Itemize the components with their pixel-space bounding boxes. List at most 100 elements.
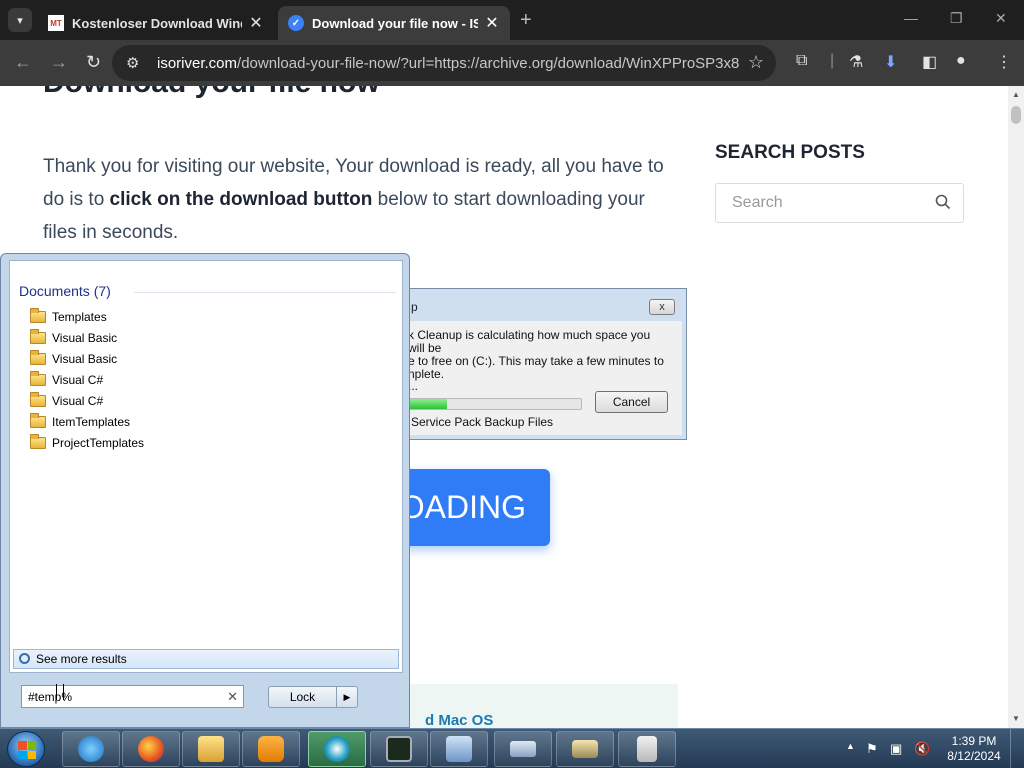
start-search-box[interactable]: ✕ [21, 685, 244, 708]
site-settings-icon[interactable]: ⚙ [126, 54, 139, 72]
see-more-label: See more results [36, 652, 127, 666]
page-title: Download your file now [43, 86, 380, 100]
cancel-button[interactable]: Cancel [595, 391, 668, 413]
folder-icon [30, 350, 46, 365]
side-panel-icon[interactable]: ◧ [922, 52, 937, 72]
start-menu: Documents (7) Templates Visual Basic Vis… [0, 253, 410, 728]
result-item[interactable]: Visual Basic [30, 349, 117, 369]
taskbar-drive-tool[interactable] [556, 731, 614, 767]
reload-button[interactable]: ↻ [86, 52, 101, 73]
result-item[interactable]: Visual C# [30, 370, 103, 390]
folder-icon [30, 392, 46, 407]
taskbar-control-panel[interactable] [430, 731, 488, 767]
start-search-input[interactable] [22, 686, 222, 707]
forward-button[interactable]: → [50, 52, 68, 73]
folder-icon [30, 434, 46, 449]
close-tab-icon[interactable]: ✕ [248, 13, 264, 33]
result-item[interactable]: Templates [30, 307, 107, 327]
taskbar-remote-app[interactable] [308, 731, 366, 767]
dialog-close-button[interactable]: x [649, 299, 675, 315]
result-item[interactable]: ItemTemplates [30, 412, 130, 432]
address-bar[interactable]: ⚙ isoriver.com/download-your-file-now/?u… [112, 45, 776, 81]
show-hidden-icons-icon[interactable]: ▲ [846, 741, 855, 751]
browser-tab-bar: ▾ MT Kostenloser Download Window ✕ ✓ Dow… [0, 0, 1024, 40]
media-player-icon [258, 736, 284, 762]
clear-search-icon[interactable]: ✕ [227, 689, 238, 705]
calculator-icon [637, 736, 657, 762]
bookmark-star-icon[interactable]: ☆ [748, 52, 764, 73]
new-tab-button[interactable]: + [520, 9, 532, 32]
result-item[interactable]: ProjectTemplates [30, 433, 144, 453]
firefox-icon [138, 736, 164, 762]
disk-icon [510, 741, 536, 757]
see-more-results-link[interactable]: See more results [13, 649, 399, 669]
result-item-label: Visual Basic [52, 352, 118, 366]
scrollbar-thumb[interactable] [1011, 106, 1021, 124]
labs-flask-icon[interactable]: ⚗ [849, 52, 863, 72]
browser-toolbar: ← → ↻ ⚙ isoriver.com/download-your-file-… [0, 40, 1024, 86]
sidebar-heading: SEARCH POSTS [715, 142, 865, 163]
clock-time: 1:39 PM [951, 734, 997, 748]
toolbar-divider: | [830, 52, 835, 69]
page-scrollbar[interactable]: ▲ ▼ [1008, 86, 1024, 728]
result-item[interactable]: Visual C# [30, 391, 103, 411]
internet-explorer-icon [78, 736, 104, 762]
start-button[interactable] [7, 731, 45, 767]
taskbar-media-player[interactable] [242, 731, 300, 767]
drive-icon [572, 740, 598, 758]
tab-download-your-file[interactable]: ✓ Download your file now - ISOR ✕ [278, 6, 510, 40]
folder-icon [30, 413, 46, 428]
menu-kebab-icon[interactable]: ⋮ [996, 52, 1012, 72]
result-item-label: Visual C# [52, 373, 104, 387]
terminal-icon [386, 736, 412, 762]
address-host: isoriver.com [157, 55, 238, 72]
taskbar-disk-cleanup[interactable] [494, 731, 552, 767]
power-options-arrow-icon[interactable]: ▶ [336, 687, 357, 707]
lock-button-label[interactable]: Lock [269, 687, 336, 707]
dialog-status-text: Service Pack Backup Files [411, 415, 554, 429]
dialog-message: k Cleanup is calculating how much space … [408, 329, 670, 381]
restore-icon[interactable]: ❐ [950, 10, 963, 27]
system-clock[interactable]: 1:39 PM 8/12/2024 [946, 734, 1002, 764]
tab-search-button[interactable]: ▾ [8, 8, 32, 32]
tab-kostenloser-download[interactable]: MT Kostenloser Download Window ✕ [38, 6, 274, 40]
clock-date: 8/12/2024 [947, 749, 1001, 763]
taskbar-file-explorer[interactable] [182, 731, 240, 767]
sidebar-search-box[interactable] [715, 183, 964, 223]
check-favicon-icon: ✓ [288, 15, 304, 31]
lock-button[interactable]: Lock ▶ [268, 686, 358, 708]
remote-app-icon [324, 736, 350, 762]
disk-cleanup-dialog: p x k Cleanup is calculating how much sp… [380, 288, 687, 440]
profile-avatar-icon[interactable]: ● [956, 52, 966, 70]
scroll-down-icon[interactable]: ▼ [1012, 714, 1020, 723]
address-url[interactable]: isoriver.com/download-your-file-now/?url… [157, 55, 739, 72]
close-tab-icon[interactable]: ✕ [484, 13, 500, 33]
taskbar-cmd[interactable] [370, 731, 428, 767]
dialog-body: k Cleanup is calculating how much space … [388, 321, 682, 435]
back-button[interactable]: ← [14, 52, 32, 73]
folder-icon [30, 308, 46, 323]
intro-text-bold: click on the download button [109, 189, 373, 210]
minimize-icon[interactable]: — [904, 10, 918, 26]
volume-muted-icon[interactable]: 🔇 [914, 741, 930, 757]
show-desktop-button[interactable] [1010, 729, 1024, 768]
progress-bar [408, 398, 582, 410]
sidebar-search-input[interactable] [716, 184, 926, 222]
result-item-label: ItemTemplates [52, 415, 131, 429]
dialog-title: p [411, 300, 418, 314]
taskbar-internet-explorer[interactable] [62, 731, 120, 767]
search-icon[interactable] [935, 194, 951, 210]
network-icon[interactable]: ▣ [890, 741, 902, 757]
extensions-icon[interactable]: ⧉ [796, 52, 807, 70]
magnifier-icon [19, 653, 30, 664]
action-center-flag-icon[interactable]: ⚑ [866, 741, 878, 757]
results-group-label[interactable]: Documents (7) [19, 283, 111, 299]
result-item[interactable]: Visual Basic [30, 328, 117, 348]
intro-paragraph: Thank you for visiting our website, Your… [43, 150, 683, 249]
download-icon[interactable]: ⬇ [884, 52, 897, 72]
related-post-link[interactable]: d Mac OS [425, 712, 493, 728]
taskbar-firefox[interactable] [122, 731, 180, 767]
taskbar-calculator[interactable] [618, 731, 676, 767]
scroll-up-icon[interactable]: ▲ [1012, 90, 1020, 99]
close-window-icon[interactable]: ✕ [995, 10, 1007, 27]
